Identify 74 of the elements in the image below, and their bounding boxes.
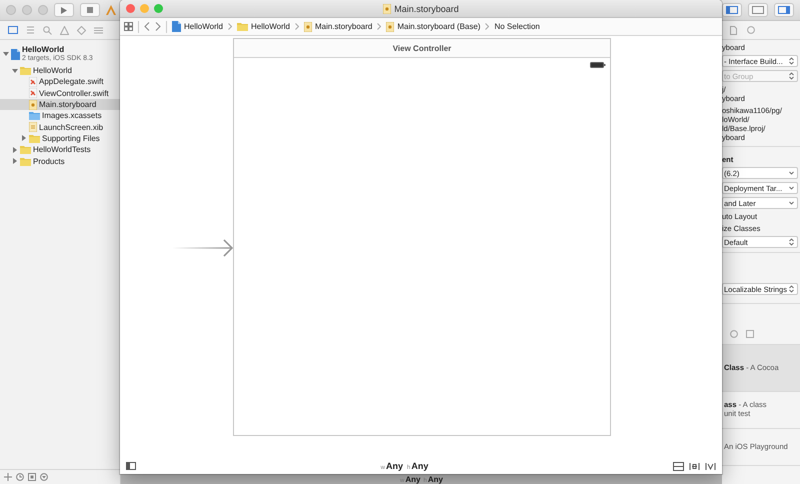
- circle-icon[interactable]: [730, 330, 738, 338]
- square-icon[interactable]: [28, 473, 36, 481]
- breadcrumb[interactable]: HelloWorld: [236, 22, 290, 31]
- pin-icon[interactable]: [689, 462, 700, 470]
- sidebar-toggle-icon[interactable]: [126, 462, 136, 470]
- breadcrumb[interactable]: Main.storyboard (Base): [386, 22, 480, 32]
- project-file-icon: [172, 21, 181, 32]
- folder-icon: [29, 134, 40, 143]
- add-icon[interactable]: [4, 473, 12, 481]
- storyboard-file-icon: [29, 100, 37, 110]
- folder-icon: [20, 145, 31, 154]
- grid-icon[interactable]: [124, 22, 133, 31]
- disclosure-triangle-icon[interactable]: [20, 135, 26, 142]
- back-icon[interactable]: [144, 22, 150, 31]
- battery-icon: [590, 62, 606, 68]
- help-tab-icon[interactable]: [747, 26, 755, 34]
- disclosure-triangle-icon[interactable]: [12, 146, 18, 153]
- warning-icon[interactable]: [60, 26, 69, 34]
- resolve-icon[interactable]: [705, 462, 716, 470]
- storyboard-file-icon: [304, 22, 312, 32]
- breadcrumb[interactable]: No Selection: [494, 22, 540, 31]
- stepper-arrows-icon: [789, 238, 794, 246]
- folder-tab-icon[interactable]: [8, 26, 18, 34]
- view-controller-scene[interactable]: View Controller: [233, 38, 611, 436]
- disclosure-triangle-icon[interactable]: [2, 51, 8, 57]
- document-tab-icon[interactable]: [730, 26, 737, 34]
- folder-icon: [20, 156, 31, 166]
- utilities-toggle-button[interactable]: [774, 3, 794, 17]
- tree-item[interactable]: AppDelegate.swift: [0, 76, 120, 88]
- tree-item[interactable]: HelloWorld: [0, 65, 120, 76]
- stepper-arrows-icon: [789, 57, 794, 65]
- assets-folder-icon: [29, 111, 40, 120]
- clock-icon[interactable]: [16, 473, 24, 481]
- diamond-icon[interactable]: [77, 26, 86, 34]
- disclosure-triangle-icon[interactable]: [12, 158, 18, 164]
- tree-item[interactable]: Products: [0, 155, 120, 167]
- tree-item[interactable]: LaunchScreen.xib: [0, 121, 120, 133]
- run-button[interactable]: [54, 3, 74, 17]
- navigator-toggle-button[interactable]: [722, 3, 742, 17]
- project-name: HelloWorld: [22, 46, 66, 54]
- project-file-icon: [11, 48, 20, 60]
- storyboard-file-icon: [386, 22, 394, 32]
- tree-item[interactable]: Main.storyboard: [0, 98, 120, 110]
- disclosure-triangle-icon[interactable]: [12, 68, 18, 74]
- tree-item[interactable]: ViewController.swift: [0, 88, 120, 99]
- stepper-arrows-icon: [789, 72, 794, 80]
- list-icon[interactable]: [94, 26, 103, 34]
- breadcrumb[interactable]: HelloWorld: [172, 21, 223, 32]
- folder-icon: [236, 22, 248, 31]
- stop-icon: [87, 7, 93, 13]
- symbol-tab-icon[interactable]: [26, 26, 35, 34]
- chevron-icon: [294, 23, 299, 30]
- square-icon[interactable]: [746, 330, 754, 338]
- stepper-arrows-icon: [789, 285, 794, 293]
- entry-point-arrow: [172, 239, 233, 257]
- breadcrumb[interactable]: Main.storyboard: [304, 22, 372, 32]
- storyboard-file-icon: [383, 4, 392, 14]
- stop-button[interactable]: [80, 3, 100, 17]
- tree-item[interactable]: Supporting Files: [0, 132, 120, 144]
- scene-title: View Controller: [234, 39, 610, 58]
- tree-item[interactable]: HelloWorldTests: [0, 144, 120, 156]
- stack-icon[interactable]: [673, 462, 684, 470]
- chevron-icon: [485, 23, 490, 30]
- window-title: Main.storyboard: [394, 4, 459, 14]
- xib-file-icon: [29, 122, 37, 132]
- play-icon: [61, 6, 67, 14]
- filter-icon[interactable]: [40, 473, 48, 481]
- debug-toggle-button[interactable]: [748, 3, 768, 17]
- folder-icon: [20, 66, 31, 76]
- forward-icon[interactable]: [155, 22, 161, 31]
- chevron-icon: [228, 23, 232, 30]
- tree-item[interactable]: Images.xcassets: [0, 110, 120, 122]
- chevron-icon: [377, 23, 382, 30]
- search-icon[interactable]: [43, 26, 52, 34]
